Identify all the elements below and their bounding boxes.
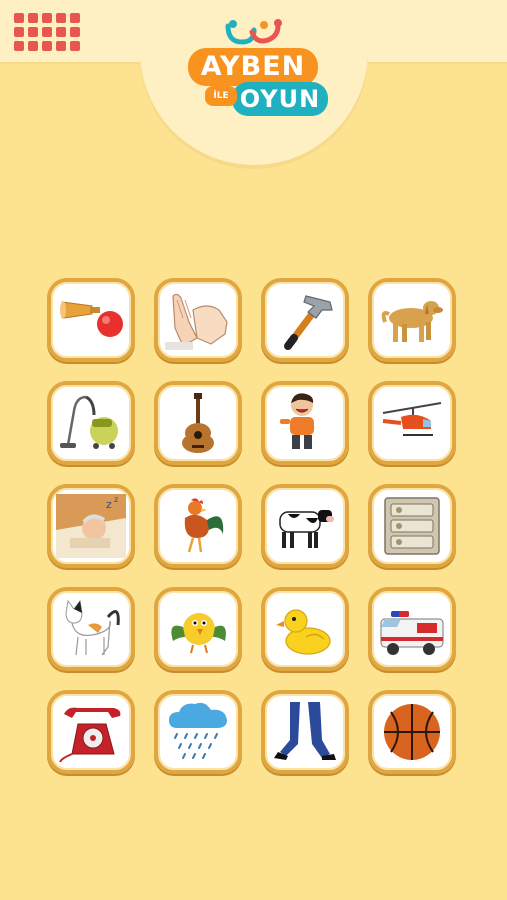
menu-dot	[42, 27, 52, 37]
menu-dot	[56, 41, 66, 51]
menu-dot	[70, 13, 80, 23]
tile-duck[interactable]	[261, 587, 349, 671]
logo-ile-text: İLE	[205, 86, 237, 106]
tile-guitar[interactable]	[154, 381, 242, 465]
app-logo: AYBEN OYUN İLE	[140, 0, 368, 165]
menu-dot	[56, 27, 66, 37]
tile-rain-cloud[interactable]	[154, 690, 242, 774]
tile-telephone[interactable]	[47, 690, 135, 774]
svg-text:z: z	[114, 495, 118, 504]
menu-dot	[14, 27, 24, 37]
logo-oyun-text: OYUN	[232, 82, 328, 116]
menu-dot	[56, 13, 66, 23]
sound-tile-grid: z z	[47, 278, 459, 774]
guitar-icon	[182, 393, 214, 453]
tile-laughing-boy[interactable]	[261, 381, 349, 465]
doorbell-panel-icon	[384, 497, 440, 555]
tile-cow[interactable]	[261, 484, 349, 568]
rain-cloud-icon	[169, 702, 227, 759]
svg-text:z: z	[106, 498, 112, 511]
cow-icon	[279, 510, 334, 548]
telephone-icon	[59, 707, 121, 763]
cat-icon	[65, 599, 120, 656]
menu-dot	[70, 27, 80, 37]
rooster-icon	[184, 498, 224, 553]
menu-dot	[42, 41, 52, 51]
tile-doorbell-panel[interactable]	[368, 484, 456, 568]
tile-basketball[interactable]	[368, 690, 456, 774]
tile-hammer[interactable]	[261, 278, 349, 362]
menu-dot	[14, 41, 24, 51]
tile-walking-legs[interactable]	[261, 690, 349, 774]
menu-grid-button[interactable]	[14, 13, 86, 53]
ambulance-icon	[380, 611, 444, 655]
bird-icon	[171, 613, 226, 654]
tile-ambulance[interactable]	[368, 587, 456, 671]
tile-snoring-man[interactable]: z z	[47, 484, 135, 568]
hammer-icon	[284, 295, 333, 350]
snoring-man-icon: z z	[56, 494, 126, 558]
menu-dot	[28, 13, 38, 23]
basketball-icon	[384, 704, 440, 760]
dog-icon	[381, 301, 443, 342]
menu-dot	[28, 27, 38, 37]
tile-helicopter[interactable]	[368, 381, 456, 465]
tile-rooster[interactable]	[154, 484, 242, 568]
logo-people-icon	[225, 19, 282, 45]
menu-dot	[70, 41, 80, 51]
tile-horn[interactable]	[47, 278, 135, 362]
clapping-hands-icon	[165, 293, 228, 350]
menu-dot	[14, 13, 24, 23]
tile-bird[interactable]	[154, 587, 242, 671]
vacuum-cleaner-icon	[60, 395, 118, 449]
helicopter-icon	[382, 402, 442, 436]
menu-dot	[42, 13, 52, 23]
logo-ayben-text: AYBEN	[188, 48, 318, 86]
tile-dog[interactable]	[368, 278, 456, 362]
duck-icon	[276, 609, 331, 655]
horn-icon	[60, 301, 123, 337]
walking-legs-icon	[274, 702, 336, 760]
tile-clapping-hands[interactable]	[154, 278, 242, 362]
tile-vacuum-cleaner[interactable]	[47, 381, 135, 465]
tile-cat[interactable]	[47, 587, 135, 671]
menu-dot	[28, 41, 38, 51]
laughing-boy-icon	[280, 393, 314, 449]
